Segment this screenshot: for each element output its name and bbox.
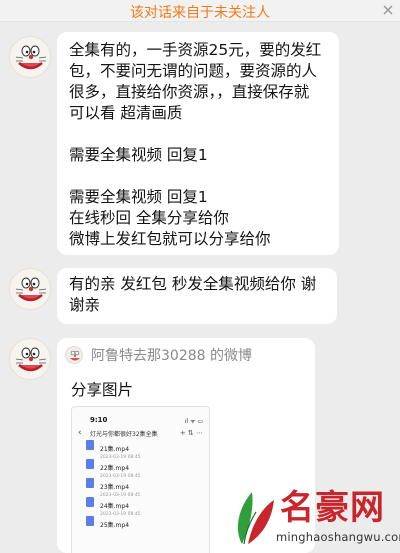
file-row: 22集.mp4 2023-03-19 08:45 (86, 458, 204, 479)
sender-avatar[interactable] (9, 36, 51, 78)
watermark-url: minghaoshangwu.com (276, 530, 400, 544)
share-card-label: 分享图片 (71, 381, 134, 399)
file-row: 24集.mp4 2023-03-19 08:45 (86, 496, 204, 517)
watermark-brand: 名豪网 (280, 488, 385, 528)
share-card-title: 阿鲁特去那30288 的微博 (91, 348, 252, 364)
message-line: 微博上发红包就可以分享给你 (69, 230, 271, 248)
file-row: 21集.mp4 2023-03-19 08:45 (86, 439, 204, 460)
site-watermark: 名豪网 minghaoshangwu.com (228, 478, 400, 553)
message-line: 包，不要问无谓的问题，要资源的人 (69, 62, 318, 80)
message-line: 谢亲 (69, 296, 101, 314)
message-bubble: 有的亲 发红包 秒发全集视频给你 谢 谢亲 (57, 268, 337, 324)
file-row: 25集.mp4 (86, 515, 204, 533)
doraemon-avatar-icon (10, 339, 50, 379)
video-file-icon (86, 459, 94, 469)
message-line: 在线秒回 全集分享给你 (69, 209, 229, 227)
message-line: 需要全集视频 回复1 (69, 146, 208, 164)
video-file-icon (86, 440, 94, 450)
message-line: 有的亲 发红包 秒发全集视频给你 谢 (69, 275, 317, 293)
message-line: 需要全集视频 回复1 (69, 188, 208, 206)
video-file-icon (86, 516, 94, 526)
share-card-avatar (65, 346, 83, 364)
file-name: 25集.mp4 (100, 522, 130, 529)
sender-avatar[interactable] (9, 338, 51, 380)
unfollowed-notice-banner: 该对话来自于未关注人 (0, 0, 400, 22)
file-row: 23集.mp4 2023-03-19 08:45 (86, 477, 204, 498)
message-bubble: 全集有的，一手资源25元，要的发红 包，不要问无谓的问题，要资源的人 很多，直接… (57, 32, 339, 255)
doraemon-avatar-icon (10, 37, 50, 77)
message-line: 全集有的，一手资源25元，要的发红 (69, 41, 322, 59)
unfollowed-notice-text: 该对话来自于未关注人 (130, 5, 270, 21)
shared-screenshot[interactable]: 9:10 ıl ᯤ ▭ ‹ 灯光与你都很好32集全集 + ⇅ ⋯ 21集.mp4… (71, 406, 210, 553)
doraemon-avatar-icon (10, 269, 50, 309)
message-line: 很多，直接给你资源，，直接保存就 (69, 83, 310, 101)
leaf-logo-icon (237, 492, 274, 545)
video-file-icon (86, 478, 94, 488)
sender-avatar[interactable] (9, 268, 51, 310)
back-arrow-icon: ‹ (78, 428, 82, 438)
video-file-icon (86, 497, 94, 507)
doraemon-avatar-icon (66, 347, 82, 363)
message-line: 可以看 超清画质 (69, 104, 183, 122)
close-icon[interactable] (382, 4, 394, 16)
